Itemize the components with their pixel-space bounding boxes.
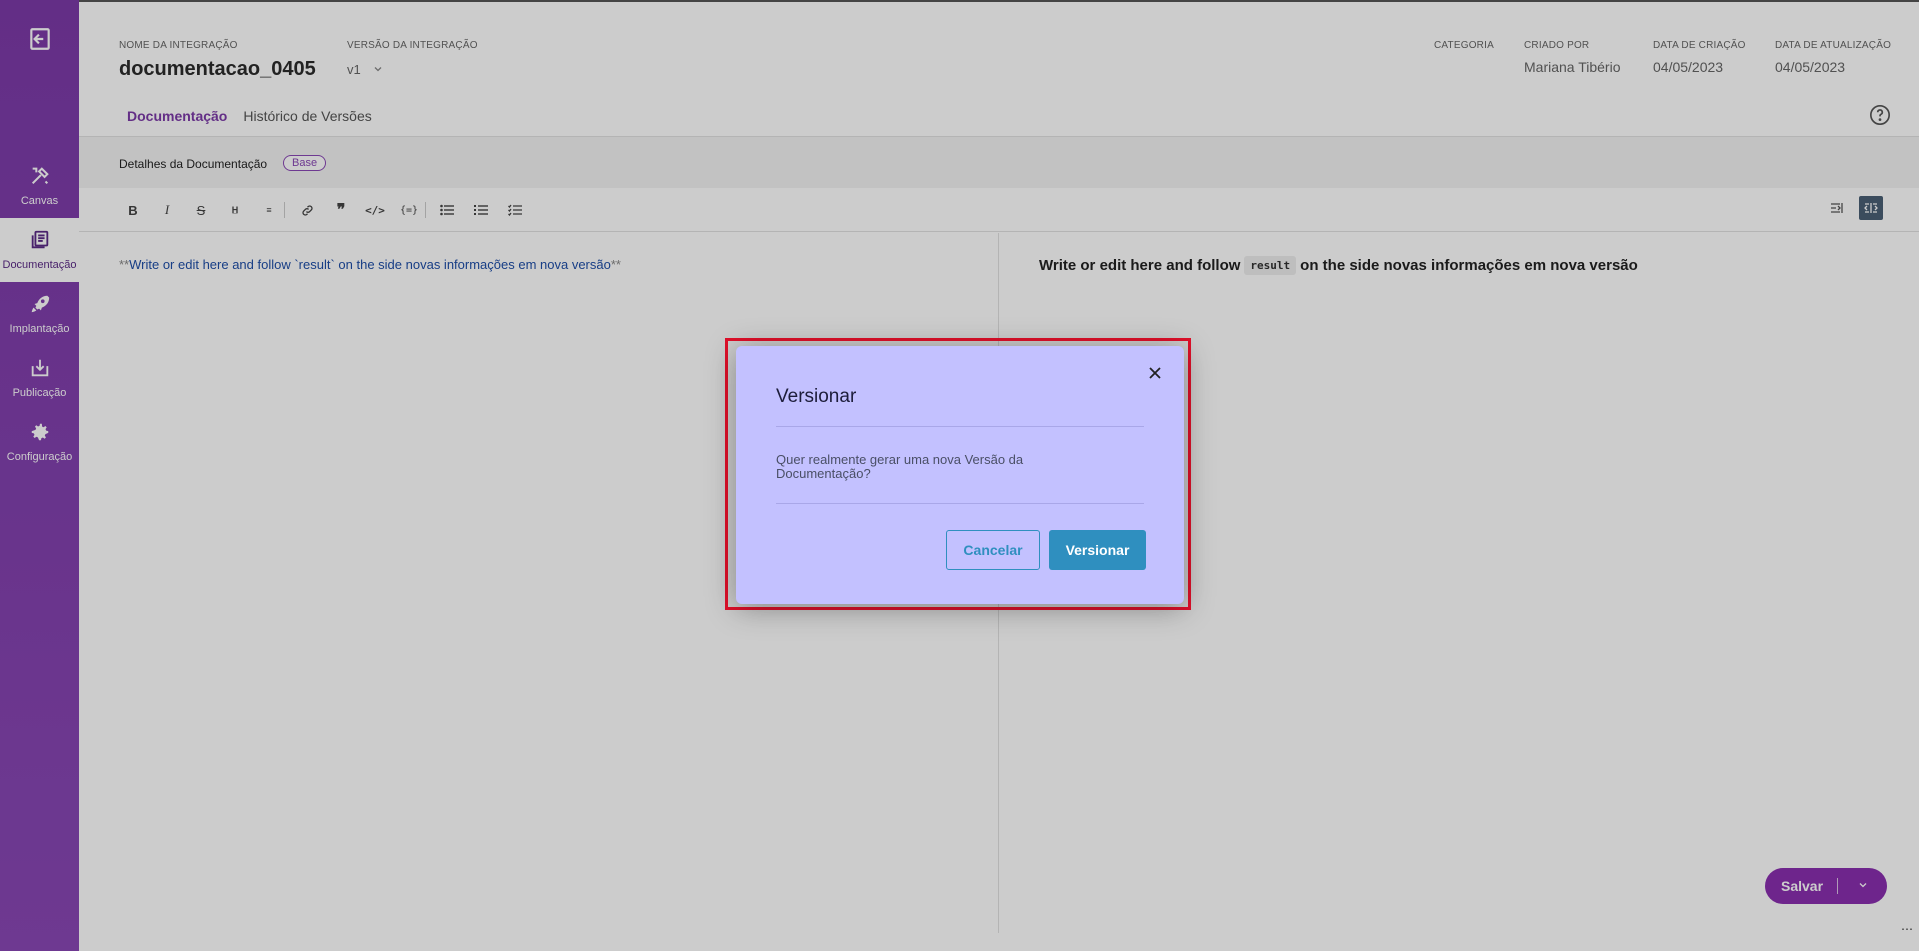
version-modal: Versionar Quer realmente gerar uma nova … [736, 346, 1184, 604]
modal-highlight-frame: Versionar Quer realmente gerar uma nova … [725, 338, 1191, 610]
modal-divider [776, 503, 1144, 504]
cancel-button[interactable]: Cancelar [946, 530, 1040, 570]
modal-title: Versionar [776, 386, 857, 407]
modal-divider [776, 426, 1144, 427]
modal-message: Quer realmente gerar uma nova Versão da … [776, 452, 1024, 481]
close-icon[interactable] [1146, 364, 1164, 382]
versionar-button[interactable]: Versionar [1049, 530, 1146, 570]
